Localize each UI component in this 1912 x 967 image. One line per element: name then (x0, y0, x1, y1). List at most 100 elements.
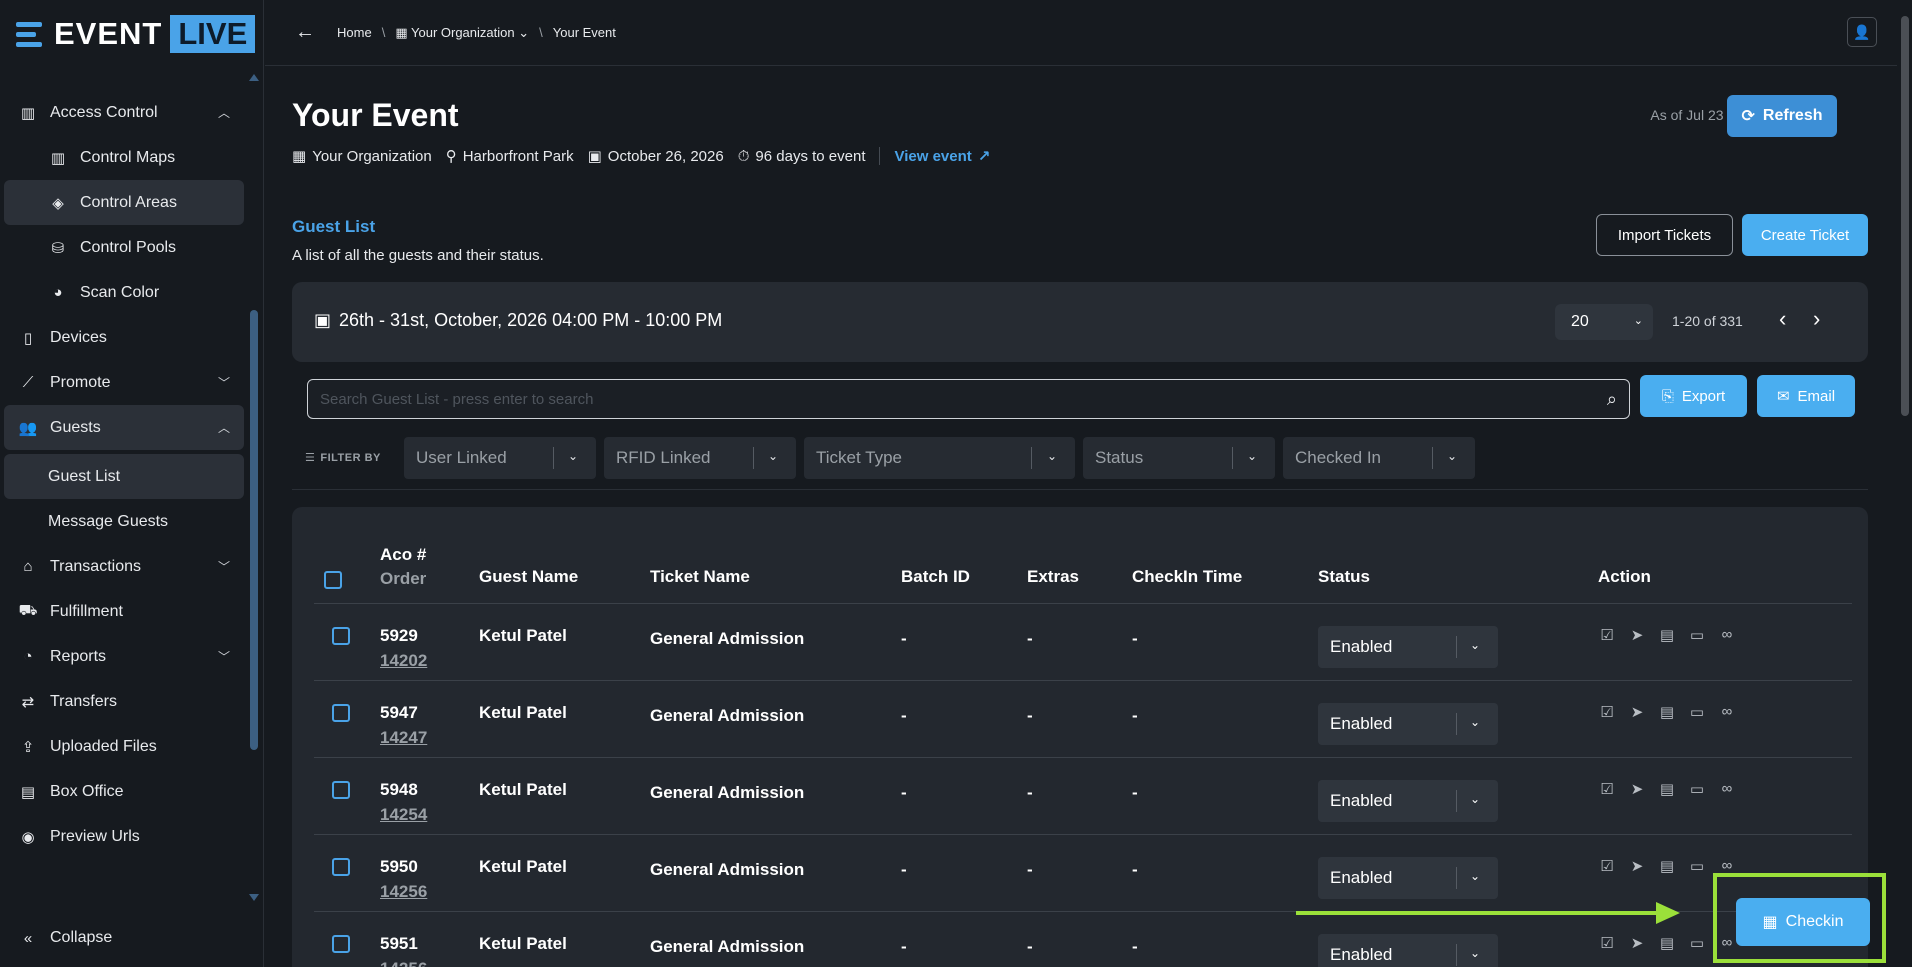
sidebar-scrollbar[interactable] (248, 70, 260, 905)
order-link[interactable]: 14256 (380, 882, 427, 902)
order-link[interactable]: 14202 (380, 651, 427, 671)
sidebar-item-transactions[interactable]: ⌂ Transactions ﹀ (4, 544, 244, 589)
filter-checked-in[interactable]: Checked In ⌄ (1283, 437, 1475, 479)
row-checkbox[interactable] (332, 704, 350, 722)
map-icon: ▥ (50, 149, 66, 167)
sidebar-item-devices[interactable]: ▯ Devices (4, 315, 244, 360)
sidebar-item-control-areas[interactable]: ◈ Control Areas (4, 180, 244, 225)
ticket-icon[interactable]: ▭ (1688, 857, 1706, 875)
row-checkbox[interactable] (332, 935, 350, 953)
envelope-icon: ✉ (1776, 388, 1790, 405)
status-select[interactable]: Enabled ⌄ (1318, 780, 1498, 822)
filter-ticket-type[interactable]: Ticket Type ⌄ (804, 437, 1075, 479)
search-icon[interactable]: ⌕ (1607, 389, 1617, 410)
sidebar-item-control-maps[interactable]: ▥ Control Maps (4, 135, 244, 180)
create-ticket-button[interactable]: Create Ticket (1742, 214, 1868, 256)
search-input[interactable] (320, 390, 1570, 408)
ticket-icon[interactable]: ▭ (1688, 934, 1706, 952)
email-button[interactable]: ✉ Email (1757, 375, 1855, 417)
store-icon: ⌂ (23, 558, 33, 575)
sidebar-item-uploaded-files[interactable]: ⇪ Uploaded Files (4, 724, 244, 769)
status-select[interactable]: Enabled ⌄ (1318, 857, 1498, 899)
paper-plane-icon[interactable]: ➤ (1628, 934, 1646, 952)
filter-user-linked[interactable]: User Linked ⌄ (404, 437, 596, 479)
filter-rfid-linked[interactable]: RFID Linked ⌄ (604, 437, 796, 479)
ticket-icon[interactable]: ▭ (1688, 626, 1706, 644)
sidebar-item-transfers[interactable]: ⇄ Transfers (4, 679, 244, 724)
user-menu-button[interactable]: 👤 (1847, 17, 1877, 47)
receipt-icon[interactable]: ▤ (1658, 703, 1676, 721)
next-page-chevron-right-icon[interactable]: › (1813, 306, 1820, 332)
refresh-button[interactable]: ⟳ Refresh (1727, 95, 1837, 137)
qr-code-icon: ▦ (1762, 914, 1778, 931)
sidebar-item-guests[interactable]: 👥 Guests ︿ (4, 405, 244, 450)
scroll-up-arrow-icon[interactable] (249, 74, 259, 81)
page-size-select[interactable]: 20 ⌄ (1555, 304, 1653, 340)
filter-status[interactable]: Status ⌄ (1083, 437, 1275, 479)
status-select[interactable]: Enabled ⌄ (1318, 626, 1498, 668)
sidebar-item-fulfillment[interactable]: ⛟ Fulfillment (4, 589, 244, 634)
row-checkbox[interactable] (332, 627, 350, 645)
receipt-icon[interactable]: ▤ (1658, 626, 1676, 644)
sidebar-item-scan-color[interactable]: ◕ Scan Color (4, 270, 244, 315)
link-icon[interactable]: ∞ (1718, 703, 1736, 721)
status-select[interactable]: Enabled ⌄ (1318, 934, 1498, 967)
breadcrumb-organization[interactable]: ▦ Your Organization ⌄ (395, 25, 529, 41)
paper-plane-icon[interactable]: ➤ (1628, 626, 1646, 644)
status-select[interactable]: Enabled ⌄ (1318, 703, 1498, 745)
column-header-status[interactable]: Status (1318, 567, 1370, 587)
ticket-icon[interactable]: ▭ (1688, 780, 1706, 798)
receipt-icon[interactable]: ▤ (1658, 934, 1676, 952)
column-header-checkin-time[interactable]: CheckIn Time (1132, 567, 1242, 587)
check-square-icon[interactable]: ☑ (1598, 934, 1616, 952)
sidebar-item-message-guests[interactable]: Message Guests (4, 499, 244, 544)
filter-by-label: ☰ FILTER BY (305, 451, 381, 465)
brand-logo[interactable]: EVENT LIVE (10, 12, 256, 56)
sliders-icon: ☰ (305, 452, 316, 464)
checkin-button[interactable]: ▦ Checkin (1736, 898, 1870, 946)
sidebar-item-reports[interactable]: ◔ Reports ﹀ (4, 634, 244, 679)
view-event-link[interactable]: View event ↗ (894, 147, 990, 166)
sidebar-collapse-button[interactable]: « Collapse (4, 918, 112, 958)
sidebar-item-box-office[interactable]: ▤ Box Office (4, 769, 244, 814)
paper-plane-icon[interactable]: ➤ (1628, 857, 1646, 875)
sidebar-item-guest-list[interactable]: Guest List (4, 454, 244, 499)
link-icon[interactable]: ∞ (1718, 780, 1736, 798)
order-link[interactable]: 14247 (380, 728, 427, 748)
check-square-icon[interactable]: ☑ (1598, 703, 1616, 721)
order-link[interactable]: 14254 (380, 805, 427, 825)
link-icon[interactable]: ∞ (1718, 626, 1736, 644)
ticket-icon[interactable]: ▭ (1688, 703, 1706, 721)
check-square-icon[interactable]: ☑ (1598, 857, 1616, 875)
database-icon: ⛁ (51, 239, 65, 257)
check-square-icon[interactable]: ☑ (1598, 626, 1616, 644)
paper-plane-icon[interactable]: ➤ (1628, 780, 1646, 798)
receipt-icon[interactable]: ▤ (1658, 857, 1676, 875)
row-checkbox[interactable] (332, 781, 350, 799)
receipt-icon[interactable]: ▤ (1658, 780, 1676, 798)
prev-page-chevron-left-icon[interactable]: ‹ (1779, 306, 1786, 332)
check-square-icon[interactable]: ☑ (1598, 780, 1616, 798)
paper-plane-icon[interactable]: ➤ (1628, 703, 1646, 721)
back-arrow-icon[interactable]: ← (295, 21, 315, 44)
import-tickets-button[interactable]: Import Tickets (1596, 214, 1733, 256)
sidebar-item-promote[interactable]: ⟋ Promote ﹀ (4, 360, 244, 405)
order-link[interactable]: 14256 (380, 959, 427, 967)
column-header-aco[interactable]: Aco # Order (380, 543, 426, 591)
chevron-down-icon: ⌄ (1470, 946, 1481, 960)
column-header-ticket-name[interactable]: Ticket Name (650, 567, 750, 587)
breadcrumb-home[interactable]: Home (337, 25, 372, 40)
main-scroll-thumb[interactable] (1901, 16, 1909, 416)
scroll-down-arrow-icon[interactable] (249, 894, 259, 901)
column-header-batch-id[interactable]: Batch ID (901, 567, 970, 587)
column-header-extras[interactable]: Extras (1027, 567, 1079, 587)
sidebar-scroll-thumb[interactable] (250, 310, 258, 750)
column-header-guest-name[interactable]: Guest Name (479, 567, 578, 587)
sidebar-item-control-pools[interactable]: ⛁ Control Pools (4, 225, 244, 270)
main-scrollbar[interactable] (1898, 0, 1912, 967)
export-button[interactable]: ⎘ Export (1640, 375, 1747, 417)
sidebar-item-access-control[interactable]: ▥ Access Control ︿ (4, 90, 244, 135)
row-checkbox[interactable] (332, 858, 350, 876)
sidebar-item-preview-urls[interactable]: ◉ Preview Urls (4, 814, 244, 859)
select-all-checkbox[interactable] (324, 571, 342, 589)
